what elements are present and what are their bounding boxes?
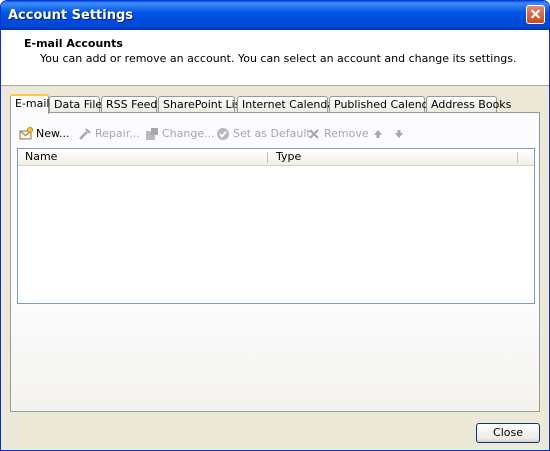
- close-button[interactable]: Close: [476, 423, 540, 443]
- change-icon: [145, 127, 159, 141]
- account-toolbar: New... Repair... Change... Set as Defaul…: [19, 125, 519, 143]
- new-account-icon: [19, 127, 33, 141]
- new-account-button[interactable]: New...: [19, 125, 69, 143]
- repair-button[interactable]: Repair...: [78, 125, 140, 143]
- column-header-type-label: Type: [276, 150, 302, 163]
- column-header-name[interactable]: Name: [18, 149, 268, 166]
- remove-label: Remove: [324, 127, 369, 140]
- remove-icon: [307, 127, 321, 141]
- tab-data-files[interactable]: Data Files: [49, 96, 108, 112]
- change-label: Change...: [162, 127, 215, 140]
- window-close-button[interactable]: [526, 5, 545, 24]
- tab-internet-calendars[interactable]: Internet Calendars: [237, 96, 344, 112]
- column-header-type[interactable]: Type: [268, 149, 518, 166]
- tab-sharepoint-lists[interactable]: SharePoint Lists: [158, 96, 251, 112]
- tab-published-calendars[interactable]: Published Calendars: [329, 96, 446, 112]
- accounts-list[interactable]: Name Type: [17, 148, 535, 304]
- move-down-button[interactable]: [392, 125, 409, 143]
- title-bar: Account Settings: [1, 1, 549, 30]
- remove-button[interactable]: Remove: [307, 125, 369, 143]
- column-header-filler: [518, 149, 534, 166]
- move-up-button[interactable]: [371, 125, 388, 143]
- dialog-header: E-mail Accounts You can add or remove an…: [1, 30, 549, 86]
- email-tab-panel: New... Repair... Change... Set as Defaul…: [10, 112, 540, 412]
- set-default-icon: [216, 127, 230, 141]
- header-title: E-mail Accounts: [24, 37, 123, 50]
- repair-label: Repair...: [95, 127, 140, 140]
- tab-email[interactable]: E-mail: [10, 94, 50, 114]
- header-description: You can add or remove an account. You ca…: [40, 52, 517, 65]
- set-as-default-button[interactable]: Set as Default: [216, 125, 311, 143]
- new-account-label: New...: [36, 127, 70, 140]
- repair-icon: [78, 127, 92, 141]
- tab-rss-feeds[interactable]: RSS Feeds: [101, 96, 163, 112]
- column-header-name-label: Name: [25, 150, 58, 163]
- window-title: Account Settings: [8, 8, 134, 23]
- tab-address-books[interactable]: Address Books: [426, 96, 511, 112]
- change-button[interactable]: Change...: [145, 125, 215, 143]
- arrow-down-icon: [392, 127, 406, 141]
- account-settings-window: Account Settings E-mail Accounts You can…: [0, 0, 550, 451]
- arrow-up-icon: [371, 127, 385, 141]
- set-default-label: Set as Default: [233, 127, 311, 140]
